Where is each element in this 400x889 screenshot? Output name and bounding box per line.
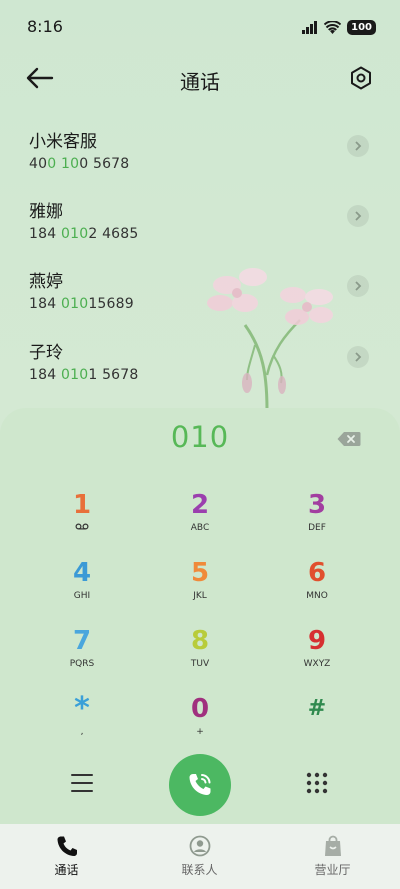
key-digit: * [74, 691, 90, 726]
key-hash[interactable]: # [277, 694, 357, 750]
key-digit: 5 [190, 558, 210, 588]
key-4[interactable]: 4 GHI [42, 558, 122, 614]
contact-item[interactable]: 子玲 184 0101 5678 [0, 338, 400, 398]
page-title: 通话 [180, 70, 220, 94]
key-letters: DEF [308, 523, 326, 533]
key-6[interactable]: 6 MNO [277, 558, 357, 614]
call-button[interactable] [169, 754, 231, 816]
status-icons: 100 [302, 19, 376, 35]
key-letters: PQRS [69, 659, 95, 669]
nav-label: 营业厅 [314, 863, 351, 877]
nav-tab-contacts[interactable]: 联系人 [133, 824, 266, 889]
key-letters: GHI [73, 591, 91, 601]
key-letters: ABC [190, 523, 210, 533]
key-8[interactable]: 8 TUV [160, 626, 240, 682]
key-letters: WXYZ [303, 659, 331, 669]
key-2[interactable]: 2 ABC [160, 490, 240, 546]
bottom-navigation: 通话 联系人 营业厅 [0, 824, 400, 889]
contact-detail-button[interactable] [347, 135, 369, 157]
settings-icon[interactable] [349, 66, 373, 90]
contact-icon [189, 835, 211, 857]
contact-number: 400 100 5678 [29, 156, 130, 172]
key-9[interactable]: 9 WXYZ [277, 626, 357, 682]
nav-label: 通话 [54, 863, 79, 877]
contact-item[interactable]: 雅娜 184 0102 4685 [0, 197, 400, 257]
key-3[interactable]: 3 DEF [277, 490, 357, 546]
status-bar: 8:16 100 [0, 0, 400, 56]
phone-call-icon [189, 774, 211, 795]
contact-number: 184 0102 4685 [29, 226, 139, 242]
status-time: 8:16 [27, 17, 63, 36]
chevron-right-icon [355, 281, 362, 291]
key-digit: 1 [72, 490, 92, 520]
contact-name: 小米客服 [29, 132, 97, 152]
key-letters: + [196, 727, 204, 737]
contact-detail-button[interactable] [347, 205, 369, 227]
key-0[interactable]: 0 + [160, 694, 240, 750]
voicemail-icon [42, 523, 122, 534]
chevron-right-icon [355, 211, 362, 221]
key-digit: 8 [190, 626, 210, 656]
contact-item[interactable]: 小米客服 400 100 5678 [0, 127, 400, 187]
key-digit: 7 [72, 626, 92, 656]
contact-name: 雅娜 [29, 202, 63, 222]
contact-number: 184 0101 5678 [29, 367, 139, 383]
key-digit: 9 [307, 626, 327, 656]
key-digit: 3 [307, 490, 327, 520]
key-digit: 0 [190, 694, 210, 724]
nav-tab-store[interactable]: 营业厅 [266, 824, 399, 889]
key-digit: 2 [190, 490, 210, 520]
contact-number: 184 01015689 [29, 296, 134, 312]
key-1[interactable]: 1 [42, 490, 122, 546]
key-5[interactable]: 5 JKL [160, 558, 240, 614]
backspace-icon[interactable] [337, 431, 361, 447]
key-digit: 6 [307, 558, 327, 588]
dialpad-grid-icon[interactable] [306, 772, 328, 794]
contact-name: 子玲 [29, 343, 63, 363]
key-digit: # [307, 696, 327, 721]
key-star[interactable]: * , [42, 694, 122, 750]
nav-label: 联系人 [181, 863, 218, 877]
contact-item[interactable]: 燕婷 184 01015689 [0, 267, 400, 327]
chevron-right-icon [355, 352, 362, 362]
key-letters: MNO [306, 591, 328, 601]
key-letters: , [80, 727, 84, 737]
contact-detail-button[interactable] [347, 346, 369, 368]
chevron-right-icon [355, 141, 362, 151]
signal-icon [302, 20, 318, 34]
key-letters: TUV [190, 659, 210, 669]
bag-icon [325, 835, 341, 856]
battery-indicator: 100 [347, 19, 376, 35]
contact-name: 燕婷 [29, 272, 63, 292]
key-letters: JKL [193, 591, 207, 601]
key-digit: 4 [72, 558, 92, 588]
key-7[interactable]: 7 PQRS [42, 626, 122, 682]
nav-tab-calls[interactable]: 通话 [0, 824, 133, 889]
phone-icon [57, 836, 77, 856]
contact-detail-button[interactable] [347, 275, 369, 297]
wifi-icon [324, 20, 342, 34]
menu-icon[interactable] [71, 773, 93, 793]
